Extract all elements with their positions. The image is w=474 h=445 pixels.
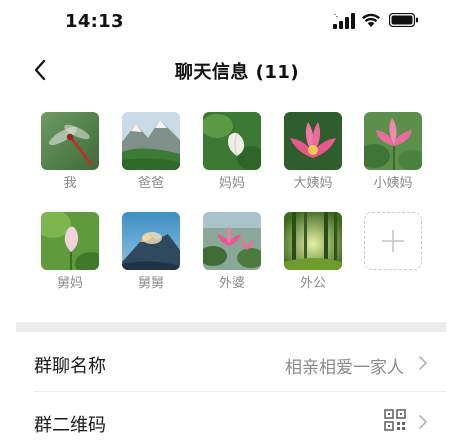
- member-aunt-maternal[interactable]: 舅妈: [39, 212, 101, 292]
- avatar-lotus-pond: [203, 212, 261, 270]
- member-aunt-younger[interactable]: 小姨妈: [362, 112, 424, 192]
- avatar-lotus-bud-white: [203, 112, 261, 170]
- plus-icon: [382, 230, 404, 252]
- avatar-lotus-bud-green: [41, 212, 99, 270]
- member-name: 舅舅: [137, 276, 164, 291]
- avatar-forest: [284, 212, 342, 270]
- battery-icon: [389, 13, 418, 27]
- chevron-right-icon: [419, 356, 427, 370]
- group-name-value: 相亲相爱一家人: [285, 358, 404, 378]
- member-name: 小姨妈: [373, 176, 413, 191]
- add-member-button[interactable]: [362, 212, 424, 270]
- member-aunt-elder[interactable]: 大姨妈: [282, 112, 344, 192]
- wifi-icon: [362, 13, 380, 27]
- member-name: 外婆: [218, 276, 245, 291]
- group-name-row[interactable]: 群聊名称 相亲相爱一家人: [16, 334, 446, 392]
- avatar-pink-lotus: [284, 112, 342, 170]
- member-grandpa[interactable]: 外公: [282, 212, 344, 292]
- member-mom[interactable]: 妈妈: [201, 112, 263, 192]
- member-name: 爸爸: [137, 176, 164, 191]
- group-qr-code-row[interactable]: 群二维码: [16, 393, 446, 445]
- avatar-mountain-peak: [122, 212, 180, 270]
- section-divider: [16, 322, 446, 332]
- member-name: 外公: [299, 276, 326, 291]
- status-time: 14:13: [65, 11, 124, 32]
- signal-icon: [333, 13, 355, 29]
- member-name: 我: [63, 176, 77, 191]
- status-bar: 14:13: [0, 0, 474, 44]
- group-qr-code-label: 群二维码: [34, 415, 106, 436]
- member-me[interactable]: 我: [39, 112, 101, 192]
- member-name: 大姨妈: [293, 176, 333, 191]
- row-separator: [34, 391, 446, 392]
- avatar-pink-lotus-leaves: [364, 112, 422, 170]
- member-name: 舅妈: [56, 276, 83, 291]
- member-grandma[interactable]: 外婆: [201, 212, 263, 292]
- group-name-label: 群聊名称: [34, 356, 106, 377]
- member-dad[interactable]: 爸爸: [120, 112, 182, 192]
- member-uncle[interactable]: 舅舅: [120, 212, 182, 292]
- page-title: 聊天信息 (11): [174, 62, 300, 83]
- qr-code-icon: [384, 409, 406, 431]
- chevron-right-icon: [419, 415, 427, 429]
- avatar-mountain-valley: [122, 112, 180, 170]
- member-name: 妈妈: [218, 176, 245, 191]
- avatar-dragonfly: [41, 112, 99, 170]
- add-member-box[interactable]: [364, 212, 422, 270]
